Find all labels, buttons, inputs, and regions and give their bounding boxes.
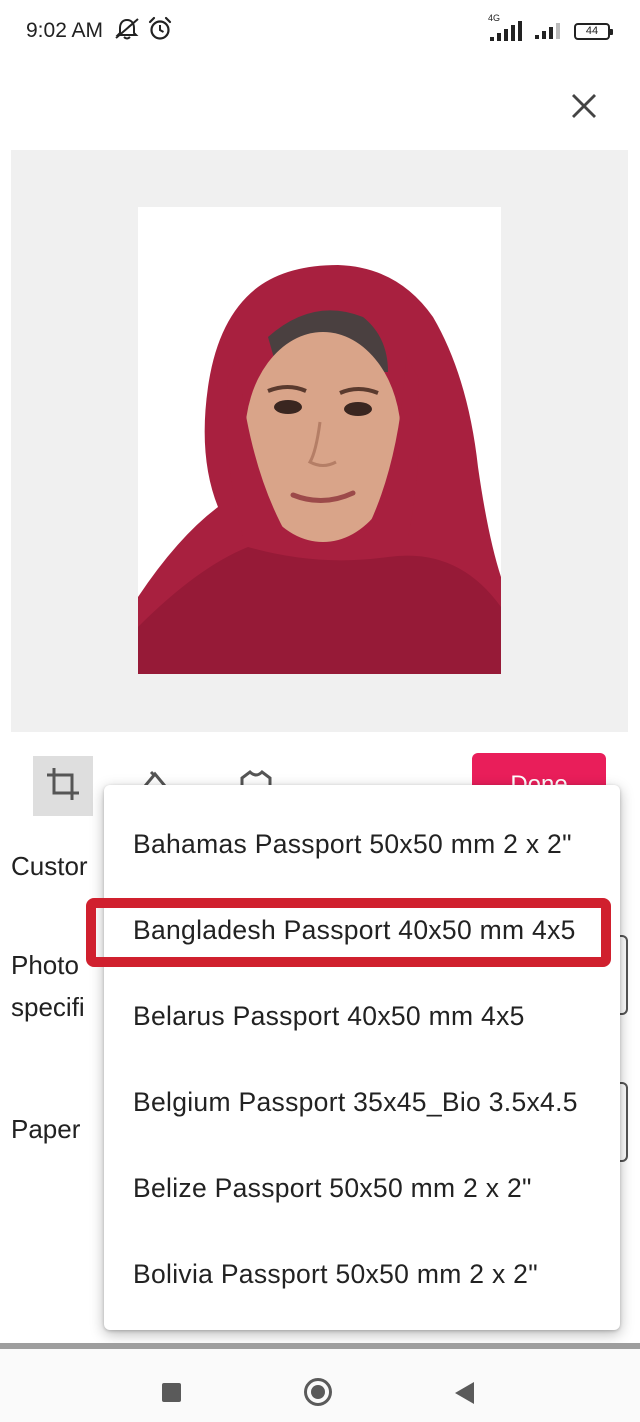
back-icon[interactable] <box>455 1382 474 1404</box>
close-icon <box>570 92 598 125</box>
status-time: 9:02 AM <box>26 19 104 42</box>
photo-spec-label-line2: specifi <box>11 992 85 1022</box>
crop-icon <box>43 764 83 809</box>
dropdown-item-belize[interactable]: Belize Passport 50x50 mm 2 x 2" <box>104 1145 620 1231</box>
alarm-icon <box>147 16 173 47</box>
photo-spec-label-line1: Photo <box>11 950 79 980</box>
close-button[interactable] <box>562 86 606 130</box>
passport-dropdown-menu: Bahamas Passport 50x50 mm 2 x 2" Banglad… <box>104 785 620 1330</box>
crop-button[interactable] <box>33 756 93 816</box>
signal-4g-icon: 4G <box>488 13 524 43</box>
custom-size-label: Custor <box>11 851 88 881</box>
dropdown-item-belgium[interactable]: Belgium Passport 35x45_Bio 3.5x4.5 <box>104 1059 620 1145</box>
notifications-off-icon <box>113 16 141 47</box>
status-bar: 9:02 AM 4G 44 <box>0 0 640 64</box>
status-icons-right: 4G 44 <box>488 13 613 46</box>
system-navigation-bar <box>0 1349 640 1422</box>
dropdown-item-bahamas[interactable]: Bahamas Passport 50x50 mm 2 x 2" <box>104 801 620 887</box>
paper-label: Paper <box>11 1114 81 1144</box>
signal-icon <box>534 17 564 46</box>
passport-photo <box>138 207 501 674</box>
dropdown-item-belarus[interactable]: Belarus Passport 40x50 mm 4x5 <box>104 973 620 1059</box>
home-icon[interactable] <box>304 1378 332 1406</box>
highlight-annotation-box <box>86 898 611 967</box>
battery-icon: 44 <box>574 22 613 40</box>
status-icons-left <box>113 16 173 47</box>
recent-apps-icon[interactable] <box>162 1383 181 1402</box>
photo-preview-area <box>11 150 628 732</box>
photo-spec-label: Photo specifi <box>11 944 85 1028</box>
dropdown-item-bolivia[interactable]: Bolivia Passport 50x50 mm 2 x 2" <box>104 1231 620 1317</box>
